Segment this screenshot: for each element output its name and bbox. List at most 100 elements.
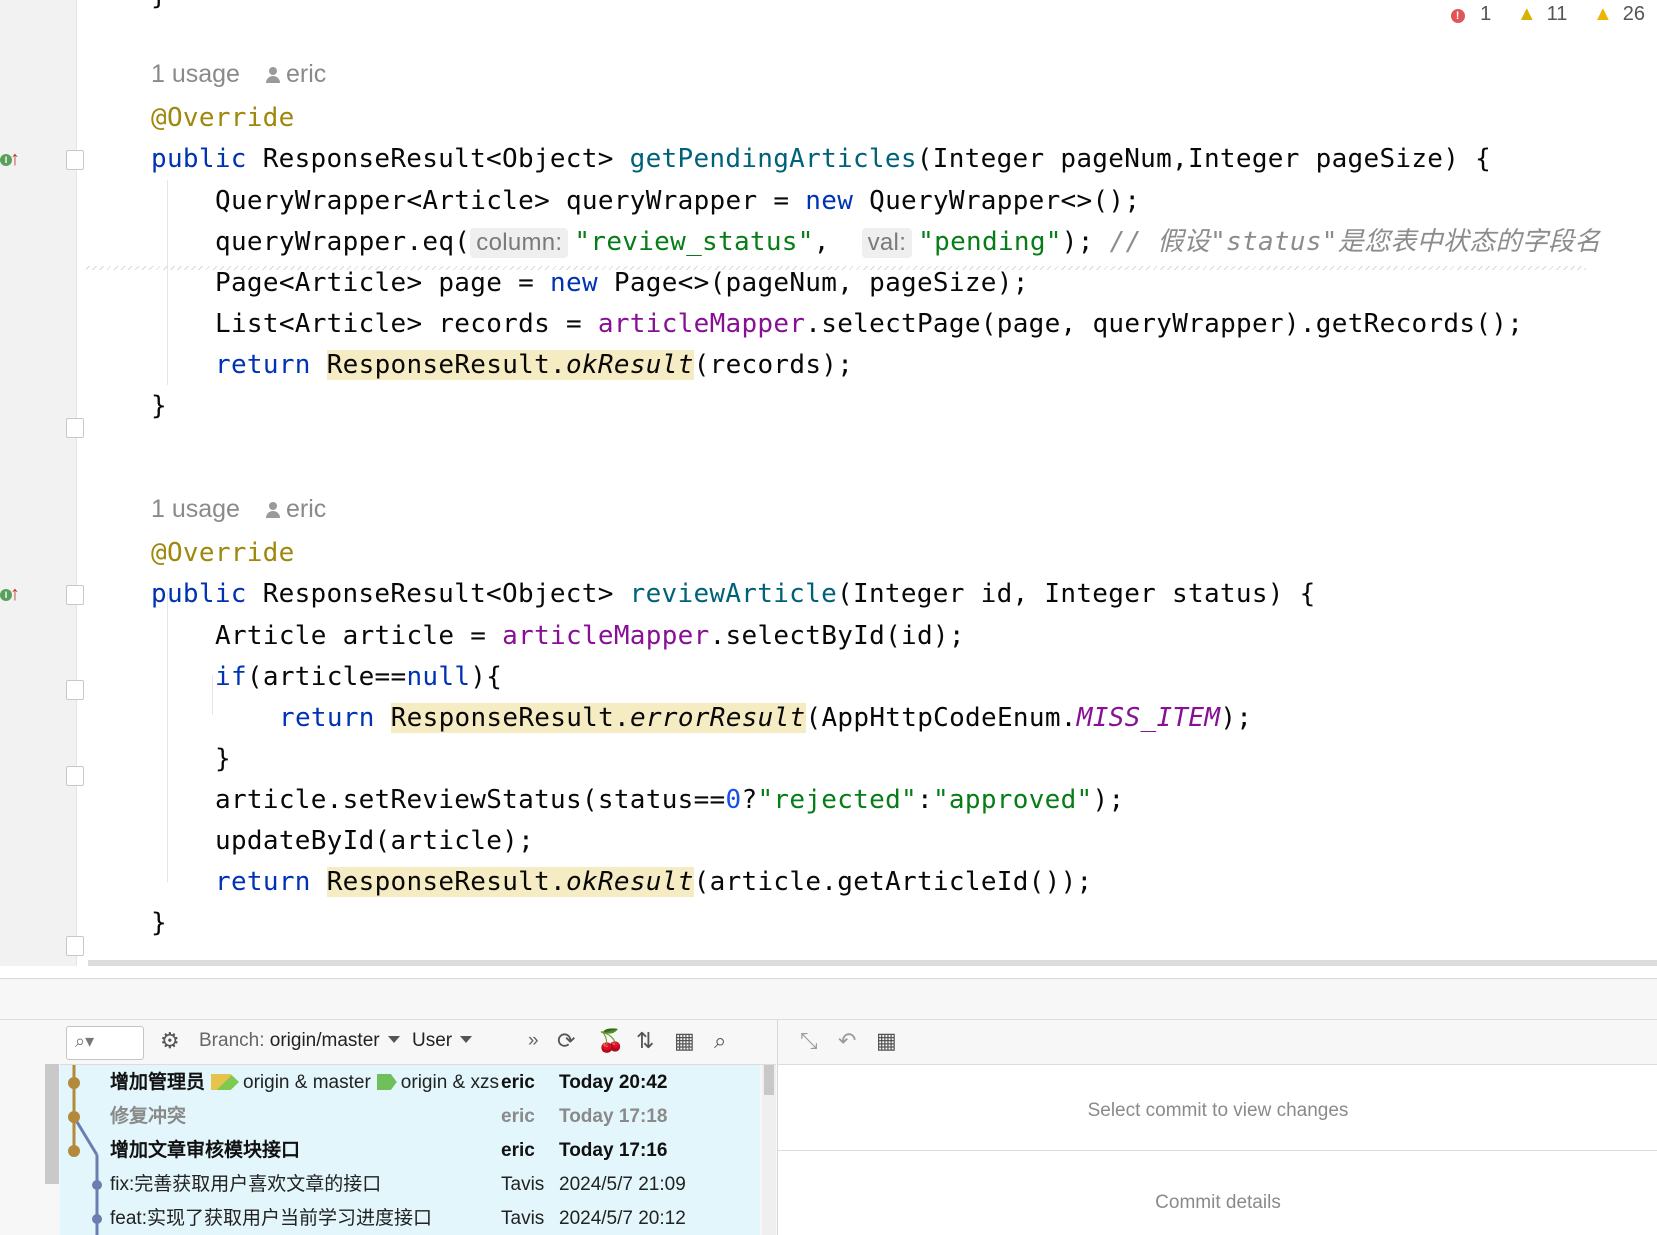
fold-marker[interactable] xyxy=(66,585,84,605)
log-toolbar: ⌕▾ ⚙ Branch: origin/master User » ⟳ 🍒 ⇅ … xyxy=(60,1020,776,1065)
usage-count[interactable]: 1 usage xyxy=(151,495,240,523)
warning-icon: ▲ xyxy=(1592,3,1613,25)
fold-marker[interactable] xyxy=(66,766,84,786)
author-icon xyxy=(265,67,280,83)
code-line[interactable]: if(article==null){ xyxy=(215,659,502,695)
fold-marker[interactable] xyxy=(66,936,84,956)
code-line[interactable]: return ResponseResult.okResult(records); xyxy=(215,347,853,383)
commit-message: 增加管理员 origin & master origin & xzs xyxy=(110,1065,499,1101)
commit-author: Tavis xyxy=(501,1208,545,1229)
collapse-icon[interactable]: ⤡ xyxy=(800,1028,818,1054)
changes-pane: ⤡ ↶ ▦ Select commit to view changes Comm… xyxy=(777,1020,1657,1235)
code-editor[interactable]: ! 1 ▲11 ▲26 } 1 usage eric @Override I↑ p… xyxy=(0,0,1657,966)
code-line[interactable]: @Override xyxy=(151,100,295,136)
commit-row[interactable]: 修复冲突 eric Today 17:18 xyxy=(60,1099,760,1135)
commit-row[interactable]: 增加文章审核模块接口 eric Today 17:16 xyxy=(60,1133,760,1169)
commit-message: feat:实现了获取用户当前学习进度接口 xyxy=(110,1208,432,1229)
highlighted-call: ResponseResult.okResult xyxy=(326,867,694,897)
settings-icon[interactable]: ⚙ xyxy=(160,1028,180,1054)
commit-message: 增加文章审核模块接口 xyxy=(110,1140,301,1161)
code-line[interactable]: return ResponseResult.errorResult(AppHtt… xyxy=(279,700,1252,736)
commit-row[interactable]: fix:完善获取用户喜欢文章的接口 Tavis 2024/5/7 21:09 xyxy=(60,1167,760,1203)
code-line[interactable]: article.setReviewStatus(status==0?"rejec… xyxy=(215,782,1124,818)
commit-details-label: Commit details xyxy=(1155,1192,1281,1213)
indent-guide xyxy=(212,675,213,715)
code-line[interactable]: } xyxy=(151,905,167,941)
code-line[interactable]: public ResponseResult<Object> getPending… xyxy=(151,141,1491,177)
commit-author: eric xyxy=(501,1072,535,1093)
code-line[interactable]: QueryWrapper<Article> queryWrapper = new… xyxy=(215,183,1140,219)
code-line[interactable]: public ResponseResult<Object> reviewArti… xyxy=(151,576,1316,612)
search-icon[interactable]: ⌕ xyxy=(714,1028,726,1054)
commit-row[interactable]: 增加管理员 origin & master origin & xzs eric To… xyxy=(60,1065,760,1101)
commit-message: 修复冲突 xyxy=(110,1106,187,1127)
search-icon: ⌕▾ xyxy=(75,1031,95,1051)
inspection-widget[interactable]: ! 1 ▲ 11 ▲ 26 xyxy=(1431,3,1645,26)
code-vision-lens[interactable]: 1 usage eric xyxy=(151,60,326,89)
more-filters-button[interactable]: » xyxy=(528,1030,539,1052)
fold-marker[interactable] xyxy=(66,150,84,170)
user-filter[interactable]: User xyxy=(412,1030,473,1052)
branch-tag: origin & master xyxy=(211,1065,371,1101)
code-line[interactable]: return ResponseResult.okResult(article.g… xyxy=(215,864,1093,900)
error-count[interactable]: ! 1 xyxy=(1441,3,1491,25)
implements-method-icon[interactable]: I ↑ xyxy=(0,148,22,174)
highlighted-call: ResponseResult.errorResult xyxy=(390,703,806,733)
error-icon: ! xyxy=(1450,9,1465,23)
fold-marker[interactable] xyxy=(66,680,84,700)
horizontal-scrollbar[interactable] xyxy=(88,960,1657,966)
log-search-input[interactable]: ⌕▾ xyxy=(66,1026,144,1060)
refresh-icon[interactable]: ⟳ xyxy=(557,1028,575,1054)
chevron-down-icon xyxy=(460,1036,473,1043)
code-line[interactable]: queryWrapper.eq(column: "review_status", … xyxy=(215,224,1601,260)
parameter-hint: column: xyxy=(470,228,569,258)
implements-method-icon[interactable]: I ↑ xyxy=(0,583,22,609)
commit-date: Today 20:42 xyxy=(559,1072,668,1093)
chevron-down-icon xyxy=(387,1036,400,1043)
revert-icon[interactable]: ↶ xyxy=(838,1028,856,1054)
warning-count[interactable]: ▲ 26 xyxy=(1583,3,1645,25)
code-line[interactable]: Article article = articleMapper.selectBy… xyxy=(215,618,965,654)
code-line[interactable]: @Override xyxy=(151,535,295,571)
code-line[interactable]: Page<Article> page = new Page<>(pageNum,… xyxy=(215,265,1029,301)
author-icon xyxy=(265,502,280,518)
commit-author: Tavis xyxy=(501,1174,545,1195)
tag-icon xyxy=(376,1074,397,1090)
commit-log-list[interactable]: 增加管理员 origin & master origin & xzs eric To… xyxy=(60,1065,760,1235)
usage-count[interactable]: 1 usage xyxy=(151,60,240,88)
weak-warning-count[interactable]: ▲ 11 xyxy=(1507,3,1568,25)
commit-date: 2024/5/7 20:12 xyxy=(559,1208,686,1229)
author-name: eric xyxy=(285,495,327,523)
commit-message: fix:完善获取用户喜欢文章的接口 xyxy=(110,1174,382,1195)
commit-row[interactable]: feat:实现了获取用户当前学习进度接口 Tavis 2024/5/7 20:1… xyxy=(60,1201,760,1235)
author-name: eric xyxy=(285,60,327,88)
log-scrollbar[interactable] xyxy=(762,1065,776,1235)
indent-guide xyxy=(167,592,168,882)
changes-toolbar: ⤡ ↶ ▦ xyxy=(778,1020,1657,1065)
strip-scrollbar[interactable] xyxy=(45,1064,59,1184)
branch-filter[interactable]: Branch: origin/master xyxy=(199,1030,400,1052)
code-line[interactable]: List<Article> records = articleMapper.se… xyxy=(215,306,1523,342)
empty-changes-message: Select commit to view changes xyxy=(1087,1100,1349,1121)
code-vision-lens[interactable]: 1 usage eric xyxy=(151,495,326,524)
view-options-icon[interactable]: ▦ xyxy=(876,1028,897,1054)
editor-gutter[interactable] xyxy=(0,0,77,966)
commit-author: eric xyxy=(501,1106,535,1127)
view-options-icon[interactable]: ▦ xyxy=(674,1028,695,1054)
highlighted-call: ResponseResult.okResult xyxy=(326,350,694,380)
code-line[interactable]: } xyxy=(151,0,167,14)
divider[interactable] xyxy=(778,1150,1657,1151)
code-line[interactable]: } xyxy=(215,741,231,777)
tag-icon xyxy=(211,1074,240,1090)
scrollbar-thumb[interactable] xyxy=(764,1065,774,1095)
parameter-hint: val: xyxy=(861,228,913,258)
weak-warning-icon: ▲ xyxy=(1516,3,1537,25)
fold-marker[interactable] xyxy=(66,418,84,438)
code-line[interactable]: updateById(article); xyxy=(215,823,534,859)
cherry-pick-icon[interactable]: 🍒 xyxy=(597,1028,624,1054)
code-comment: // 假设"status"是您表中状态的字段名 xyxy=(1109,227,1601,257)
commit-date: 2024/5/7 21:09 xyxy=(559,1174,686,1195)
code-line[interactable]: } xyxy=(151,388,167,424)
sort-icon[interactable]: ⇅ xyxy=(636,1028,654,1054)
panel-header xyxy=(0,979,1657,1020)
